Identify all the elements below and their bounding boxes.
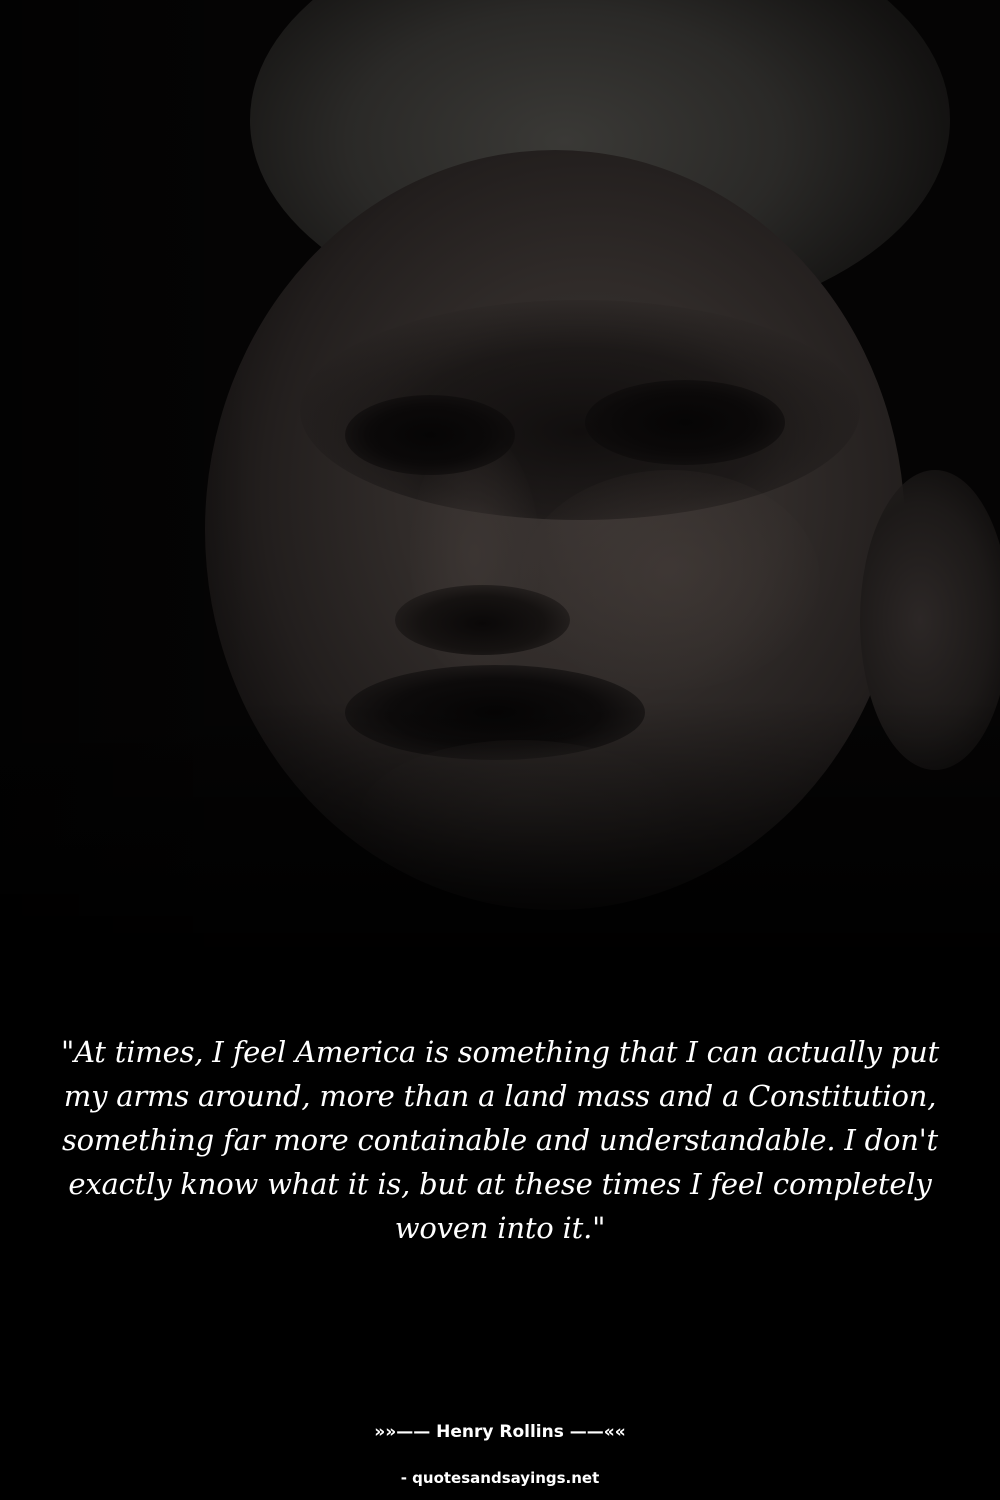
source-credit: - quotesandsayings.net: [400, 1469, 600, 1487]
author-attribution: »»—— Henry Rollins ——««: [374, 1422, 626, 1442]
photo-bottom-fade: [0, 0, 1000, 1000]
quote-text: "At times, I feel America is something t…: [60, 1035, 940, 1245]
portrait-photo: [0, 0, 1000, 1000]
quote-card: "At times, I feel America is something t…: [0, 0, 1000, 1500]
